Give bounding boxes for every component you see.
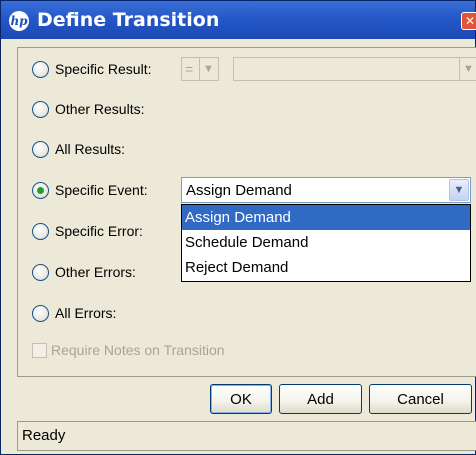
window-title: Define Transition <box>37 9 220 31</box>
option-label: Other Errors: <box>55 264 136 280</box>
cancel-button[interactable]: Cancel <box>369 384 472 414</box>
status-bar: Ready <box>17 421 476 451</box>
option-specific-result[interactable]: Specific Result: <box>32 56 151 82</box>
option-label: Specific Error: <box>55 223 143 239</box>
event-dropdown-list: Assign Demand Schedule Demand Reject Dem… <box>181 204 471 282</box>
dropdown-item-assign-demand[interactable]: Assign Demand <box>182 205 470 230</box>
radio-other-results[interactable] <box>32 100 49 118</box>
option-specific-error[interactable]: Specific Error: <box>32 218 143 244</box>
event-value: Assign Demand <box>186 182 292 199</box>
chevron-down-icon[interactable]: ▼ <box>449 179 469 201</box>
radio-other-errors[interactable] <box>32 263 49 281</box>
chevron-down-icon[interactable]: ▼ <box>459 58 476 80</box>
option-all-errors[interactable]: All Errors: <box>32 300 116 326</box>
option-label: All Results: <box>55 141 126 157</box>
require-notes-label: Require Notes on Transition <box>51 342 225 358</box>
option-other-errors[interactable]: Other Errors: <box>32 259 136 285</box>
dropdown-item-schedule-demand[interactable]: Schedule Demand <box>182 230 470 255</box>
option-specific-event[interactable]: Specific Event: <box>32 177 148 203</box>
option-label: Specific Event: <box>55 182 148 198</box>
transition-panel: Specific Result: = ▼ ▼ Other Results: Al… <box>17 47 476 377</box>
radio-specific-error[interactable] <box>32 222 49 240</box>
option-all-results[interactable]: All Results: <box>32 136 125 162</box>
require-notes-checkbox <box>32 342 47 358</box>
radio-all-errors[interactable] <box>32 304 49 322</box>
operator-combo[interactable]: = ▼ <box>181 57 219 81</box>
result-combo[interactable]: ▼ <box>233 57 476 81</box>
status-text: Ready <box>22 427 66 444</box>
option-label: All Errors: <box>55 305 117 321</box>
option-label: Other Results: <box>55 101 145 117</box>
radio-specific-event[interactable] <box>32 181 49 199</box>
option-label: Specific Result: <box>55 61 152 77</box>
close-icon[interactable]: ✕ <box>461 12 476 30</box>
dropdown-item-reject-demand[interactable]: Reject Demand <box>182 255 470 280</box>
option-other-results[interactable]: Other Results: <box>32 96 144 122</box>
define-transition-dialog: hp Define Transition ✕ Specific Result: … <box>0 0 476 455</box>
radio-selected-dot <box>37 186 44 194</box>
add-button[interactable]: Add <box>279 384 362 414</box>
ok-button[interactable]: OK <box>210 384 272 414</box>
radio-specific-result[interactable] <box>32 60 49 78</box>
operator-value: = <box>185 61 194 77</box>
title-bar[interactable]: hp Define Transition ✕ <box>1 1 476 39</box>
event-combo[interactable]: Assign Demand ▼ <box>181 177 471 203</box>
require-notes-row: Require Notes on Transition <box>32 342 225 358</box>
radio-all-results[interactable] <box>32 140 49 158</box>
hp-logo-icon: hp <box>9 11 29 31</box>
chevron-down-icon[interactable]: ▼ <box>199 58 217 80</box>
